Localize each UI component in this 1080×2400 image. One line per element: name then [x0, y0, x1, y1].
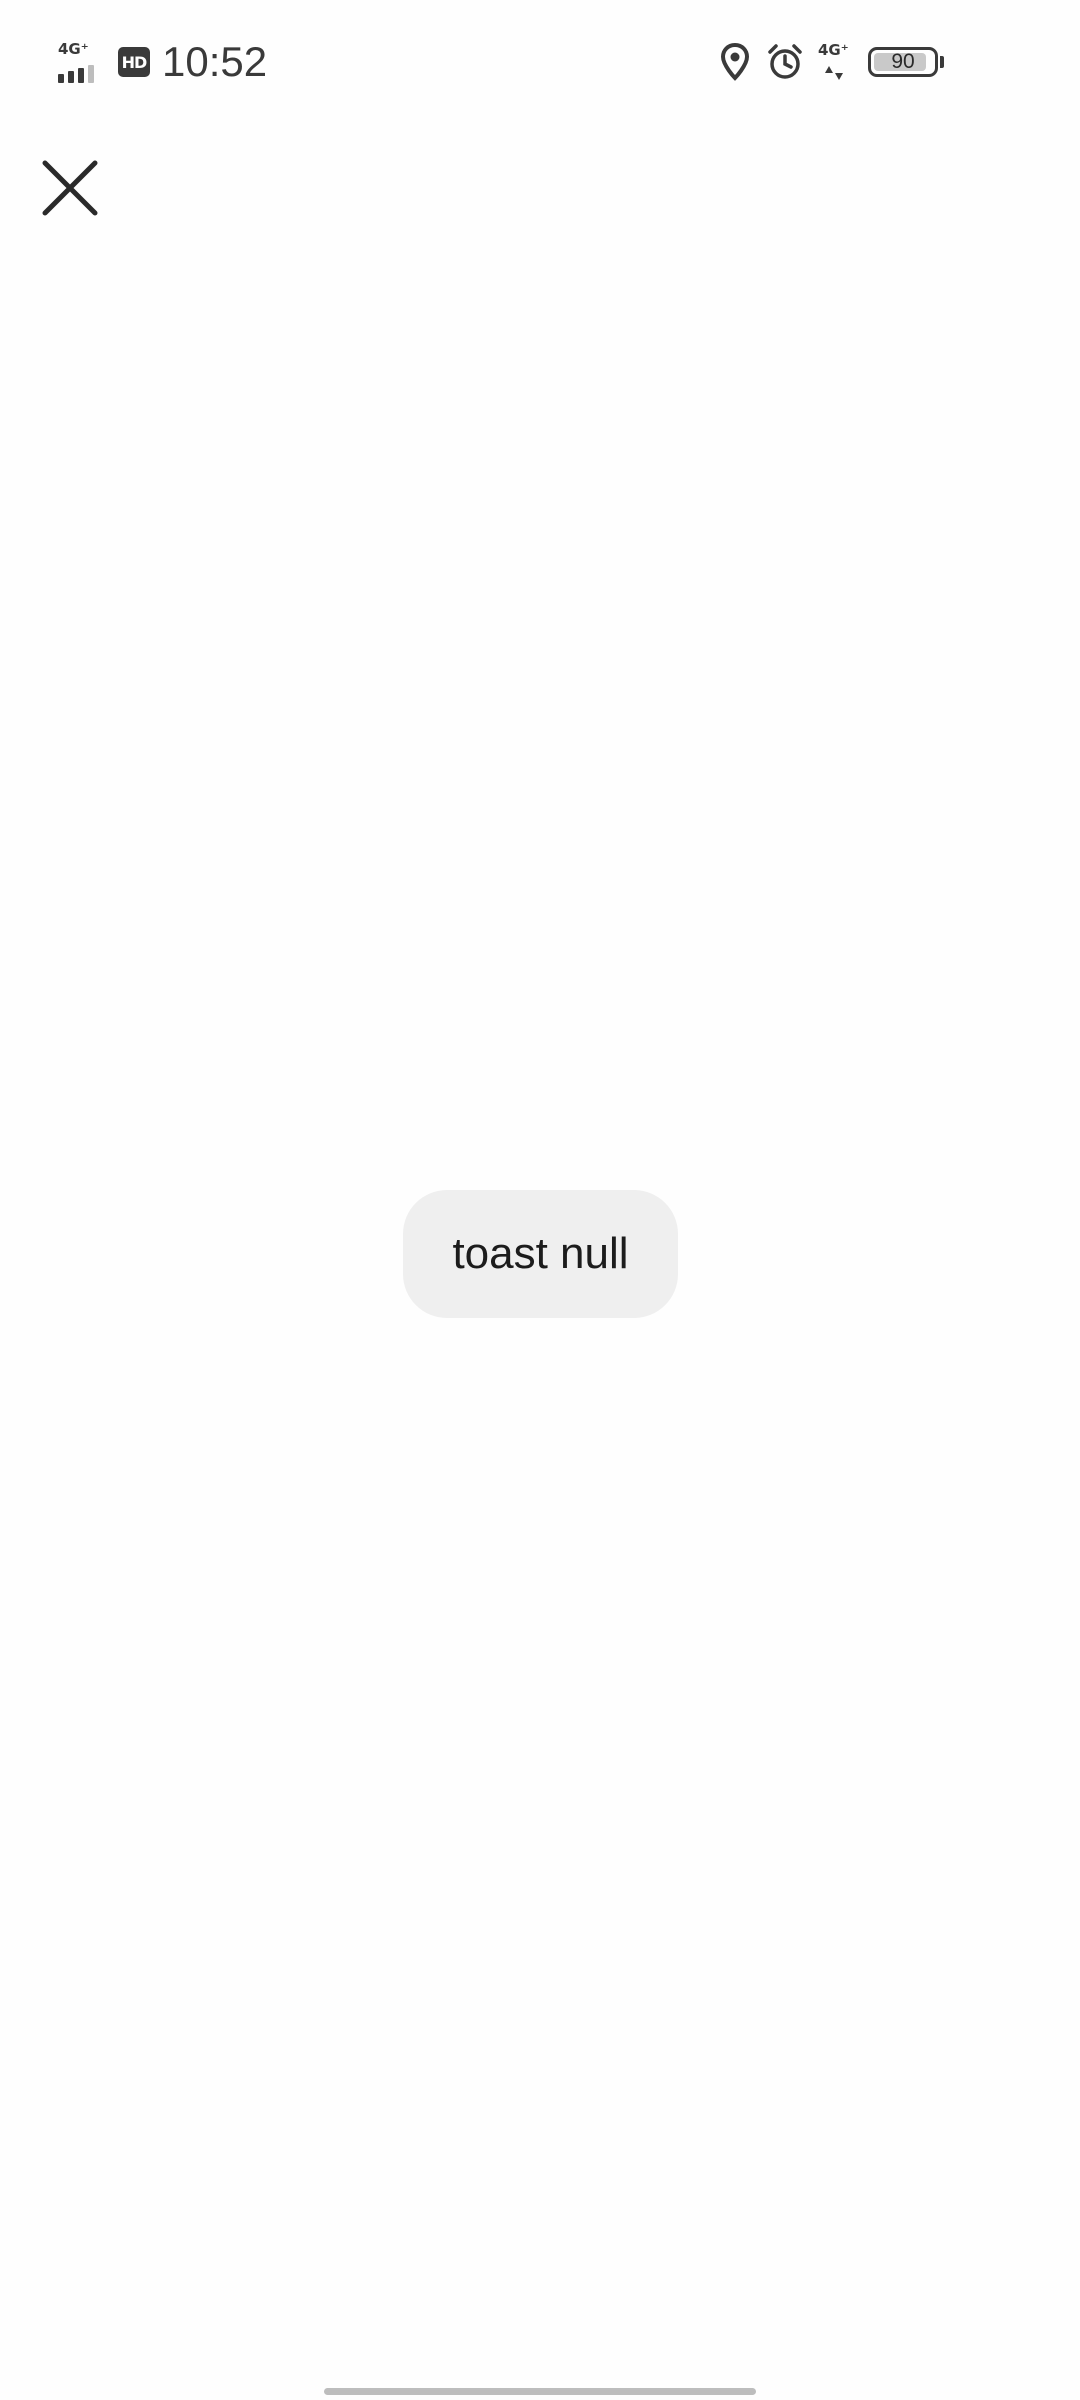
data-arrows-icon: [825, 66, 843, 80]
status-bar-left: 4G⁺ HD 10:52: [58, 36, 267, 88]
close-button[interactable]: [30, 148, 110, 228]
location-icon: [720, 43, 750, 81]
signal-bar: [68, 71, 74, 83]
battery-icon: 90: [868, 47, 938, 77]
alarm-icon: [768, 44, 802, 79]
signal-bar: [78, 68, 84, 83]
battery-level: 90: [891, 50, 915, 73]
mobile-data-label: 4G⁺: [818, 41, 849, 59]
signal-icon: 4G⁺: [58, 41, 104, 83]
status-bar: 4G⁺ HD 10:52 4G⁺ 90: [0, 0, 1080, 120]
signal-bar: [58, 74, 64, 83]
home-indicator[interactable]: [324, 2388, 756, 2395]
battery-terminal: [940, 56, 944, 68]
toast-text: toast null: [452, 1229, 629, 1278]
mobile-data-icon: 4G⁺: [818, 42, 852, 82]
hd-icon: HD: [118, 47, 150, 77]
clock-time: 10:52: [162, 38, 268, 85]
close-icon: [42, 160, 98, 216]
status-bar-right: 4G⁺ 90: [720, 38, 944, 86]
signal-bars: [58, 65, 94, 83]
hd-label: HD: [121, 52, 148, 72]
signal-bar: [88, 65, 94, 83]
toast-message: toast null: [403, 1190, 678, 1318]
network-type-label: 4G⁺: [58, 40, 89, 58]
